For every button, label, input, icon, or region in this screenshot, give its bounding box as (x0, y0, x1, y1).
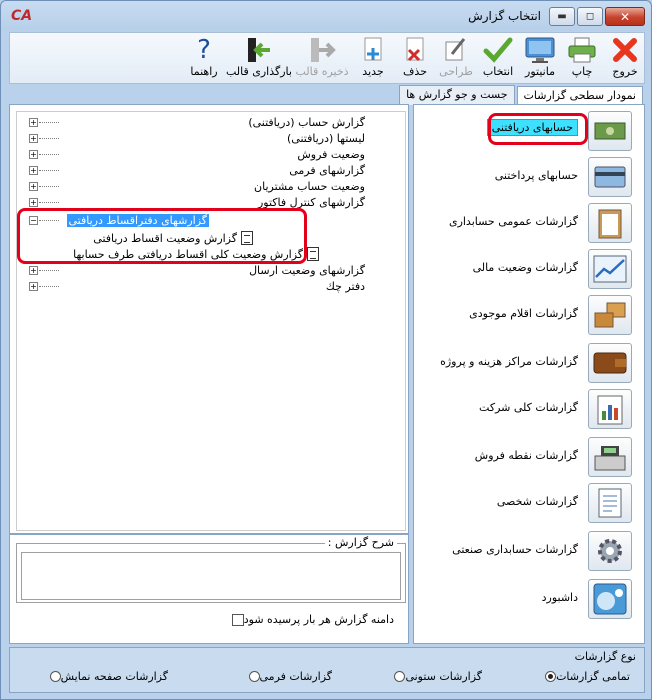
monitor-button[interactable]: مانیتور (520, 35, 560, 83)
bar-report-icon (588, 389, 632, 429)
highlight-callout (17, 208, 307, 264)
description-legend: شرح گزارش : (324, 536, 397, 549)
tab-search-reports[interactable]: جست و جو گزارش ها (399, 85, 515, 105)
radio-dot[interactable] (49, 671, 61, 682)
dashboard-icon (588, 579, 632, 619)
tab-tree-view[interactable]: نمودار سطحی گزارشات (516, 86, 643, 106)
help-button[interactable]: ? راهنما (186, 35, 222, 83)
description-textbox[interactable] (21, 552, 401, 600)
category-general-accounting[interactable]: گزارشات عمومی حسابداری (412, 201, 644, 245)
report-select-window: CA انتخاب گزارش ▬ ◻ ✕ خروج چاپ مانیتور ا… (0, 0, 652, 700)
title-bar: CA انتخاب گزارش ▬ ◻ ✕ (1, 1, 651, 31)
report-tree[interactable]: + گزارش حساب (دریافتنی) + لیستها (دریافت… (16, 111, 406, 531)
category-company-overview[interactable]: گزارشات کلی شرکت (412, 387, 644, 431)
document-icon (588, 483, 632, 523)
close-icon: ✕ (619, 9, 631, 24)
expand-icon[interactable]: + (29, 182, 38, 191)
new-document-icon (356, 35, 390, 65)
category-list: حسابهای دریافتنی حسابهای پرداختنی گزارشا… (413, 104, 645, 644)
question-mark-icon: ? (197, 35, 211, 65)
radio-dot[interactable] (545, 671, 557, 682)
checkmark-icon (481, 35, 515, 65)
expand-icon[interactable]: + (29, 266, 38, 275)
load-template-button[interactable]: بارگذاری قالب (226, 35, 292, 83)
clipboard-icon (588, 203, 632, 243)
app-logo: CA (11, 8, 33, 24)
printer-icon (565, 35, 599, 65)
radio-screen-reports[interactable]: گزارشات صفحه نمایش (45, 670, 168, 683)
brush-icon (439, 35, 473, 65)
maximize-icon: ◻ (585, 11, 595, 22)
description-group: شرح گزارش : (16, 536, 406, 603)
radio-dot[interactable] (248, 671, 260, 682)
wallet-icon (588, 343, 632, 383)
new-button[interactable]: جدید (356, 35, 390, 83)
ask-range-checkbox[interactable] (231, 613, 244, 626)
tree-node-label: گزارشهای وضعیت ارسال (249, 263, 365, 277)
tree-node-label: گزارشهای کنترل فاکتور (257, 195, 365, 209)
category-industrial-accounting[interactable]: گزارشات حسابداری صنعتی (412, 529, 644, 573)
report-type-group: نوع گزارشات تمامی گزارشات گزارشات ستونی … (9, 647, 645, 693)
radio-dot[interactable] (394, 671, 406, 682)
print-button[interactable]: چاپ (565, 35, 599, 83)
save-arrow-icon (305, 35, 339, 65)
cash-register-icon (588, 437, 632, 477)
minimize-icon: ▬ (557, 11, 567, 22)
report-document-icon (307, 247, 319, 261)
tree-node-label: گزارشهای فرمی (289, 163, 365, 177)
line-chart-icon (588, 249, 632, 289)
category-cost-centers[interactable]: گزارشات مراکز هزینه و پروژه (412, 341, 644, 385)
red-x-icon (608, 35, 642, 65)
expand-icon[interactable]: + (29, 198, 38, 207)
maximize-button[interactable]: ◻ (577, 7, 603, 26)
expand-icon[interactable]: + (29, 134, 38, 143)
category-financial-status[interactable]: گزارشات وضعیت مالی (412, 247, 644, 291)
report-type-legend: نوع گزارشات (574, 650, 636, 663)
load-arrow-icon (242, 35, 276, 65)
expand-icon[interactable]: + (29, 166, 38, 175)
close-button[interactable]: ✕ (605, 7, 645, 26)
delete-document-icon (398, 35, 432, 65)
highlight-callout (488, 113, 588, 145)
monitor-icon (523, 35, 557, 65)
category-inventory[interactable]: گزارشات اقلام موجودی (412, 293, 644, 337)
gear-icon (588, 531, 632, 571)
tree-node-label: لیستها (دریافتنی) (287, 131, 365, 145)
category-dashboard[interactable]: داشبورد (412, 577, 644, 621)
report-description-panel: شرح گزارش : دامنه گزارش هر بار پرسیده شو… (9, 534, 409, 644)
select-button[interactable]: انتخاب (480, 35, 516, 83)
tree-node-label: دفتر چك (325, 279, 365, 293)
window-title: انتخاب گزارش (468, 9, 541, 23)
tree-node-label: وضعیت فروش (297, 147, 365, 161)
exit-button[interactable]: خروج (608, 35, 642, 83)
report-tree-panel: + گزارش حساب (دریافتنی) + لیستها (دریافت… (9, 104, 409, 534)
expand-icon[interactable]: + (29, 150, 38, 159)
cash-icon (588, 111, 632, 151)
ask-range-label: دامنه گزارش هر بار پرسیده شود (243, 613, 394, 626)
radio-all-reports[interactable]: تمامی گزارشات (540, 670, 630, 683)
boxes-icon (588, 295, 632, 335)
category-point-of-sale[interactable]: گزارشات نقطه فروش (412, 435, 644, 479)
toolbar: خروج چاپ مانیتور انتخاب طراحی حذف جدید ذ… (9, 32, 645, 84)
minimize-button[interactable]: ▬ (549, 7, 575, 26)
category-personal[interactable]: گزارشات شخصی (412, 481, 644, 525)
save-template-button[interactable]: ذخیره قالب (294, 35, 350, 83)
tree-node-label: وضعیت حساب مشتریان (254, 179, 365, 193)
credit-card-icon (588, 157, 632, 197)
delete-button[interactable]: حذف (398, 35, 432, 83)
tree-node-label: گزارش حساب (دریافتنی) (248, 115, 365, 129)
tab-bar: نمودار سطحی گزارشات جست و جو گزارش ها (397, 85, 643, 106)
ask-range-option[interactable]: دامنه گزارش هر بار پرسیده شود (226, 613, 394, 626)
radio-column-reports[interactable]: گزارشات ستونی (389, 670, 482, 683)
category-payables[interactable]: حسابهای پرداختنی (412, 155, 644, 199)
category-receivables[interactable]: حسابهای دریافتنی (412, 109, 644, 153)
radio-form-reports[interactable]: گزارشات فرمی (244, 670, 332, 683)
expand-icon[interactable]: + (29, 118, 38, 127)
design-button[interactable]: طراحی (438, 35, 474, 83)
expand-icon[interactable]: + (29, 282, 38, 291)
